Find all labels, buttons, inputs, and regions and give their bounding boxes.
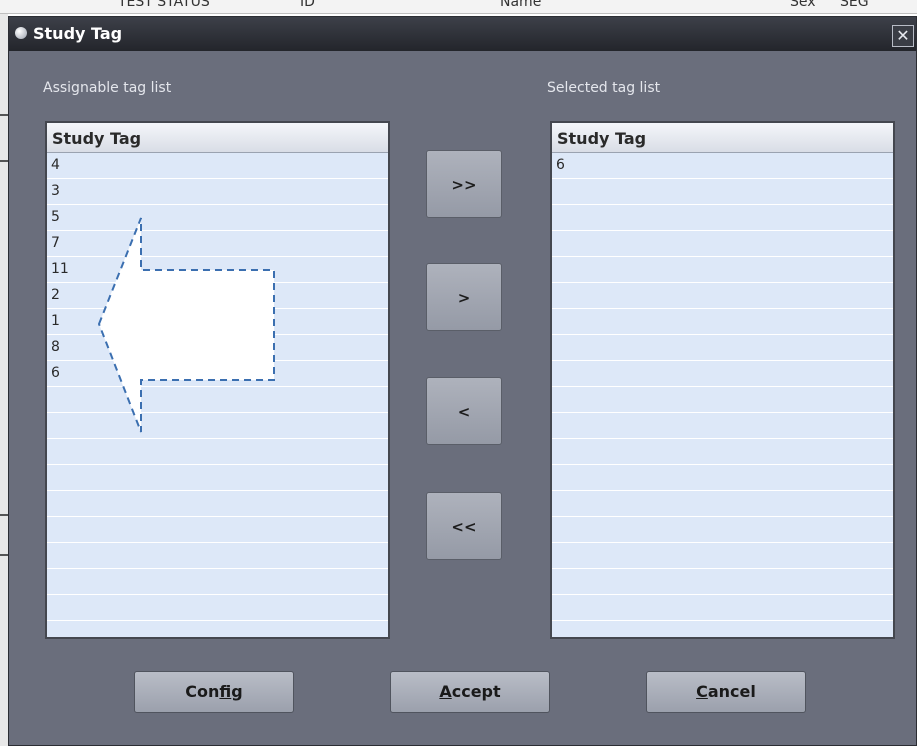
config-label-start: Con xyxy=(185,682,220,701)
assignable-list-label: Assignable tag list xyxy=(43,80,172,96)
dialog-title: Study Tag xyxy=(33,24,123,43)
dialog-titlebar[interactable]: Study Tag ✕ xyxy=(9,17,916,51)
background-left-edge xyxy=(0,14,8,746)
left-arrow-callout-icon xyxy=(97,217,275,433)
config-label-end: ig xyxy=(231,682,243,701)
selected-tag-list[interactable]: Study Tag 6 xyxy=(550,121,895,639)
cancel-mnemonic: C xyxy=(696,682,708,701)
accept-mnemonic: A xyxy=(439,682,452,701)
close-icon: ✕ xyxy=(896,26,910,45)
config-button[interactable]: Config xyxy=(134,671,294,713)
config-mnemonic: f xyxy=(219,682,232,701)
background-table-header: TEST STATUS ID Name Sex SEG xyxy=(0,0,917,14)
selected-rows: 6 xyxy=(552,153,893,637)
selected-column-header[interactable]: Study Tag xyxy=(552,123,893,153)
bg-header-seg: SEG xyxy=(840,0,869,10)
list-item[interactable]: 4 xyxy=(47,153,388,179)
bg-header-id: ID xyxy=(300,0,315,10)
list-item[interactable]: 3 xyxy=(47,179,388,205)
add-selected-button[interactable]: > xyxy=(426,263,502,331)
cancel-label-end: ancel xyxy=(707,682,756,701)
remove-all-button[interactable]: << xyxy=(426,492,502,560)
remove-selected-button[interactable]: < xyxy=(426,377,502,445)
title-bullet-icon xyxy=(15,27,27,39)
list-item[interactable]: 6 xyxy=(552,153,893,179)
close-button[interactable]: ✕ xyxy=(892,25,914,47)
accept-button[interactable]: Accept xyxy=(390,671,550,713)
cancel-button[interactable]: Cancel xyxy=(646,671,806,713)
assignable-column-header[interactable]: Study Tag xyxy=(47,123,388,153)
bg-header-sex: Sex xyxy=(790,0,816,10)
bg-header-name: Name xyxy=(500,0,542,10)
bg-header-status: TEST STATUS xyxy=(118,0,210,10)
accept-label-end: ccept xyxy=(451,682,501,701)
add-all-button[interactable]: >> xyxy=(426,150,502,218)
selected-list-label: Selected tag list xyxy=(547,80,661,96)
